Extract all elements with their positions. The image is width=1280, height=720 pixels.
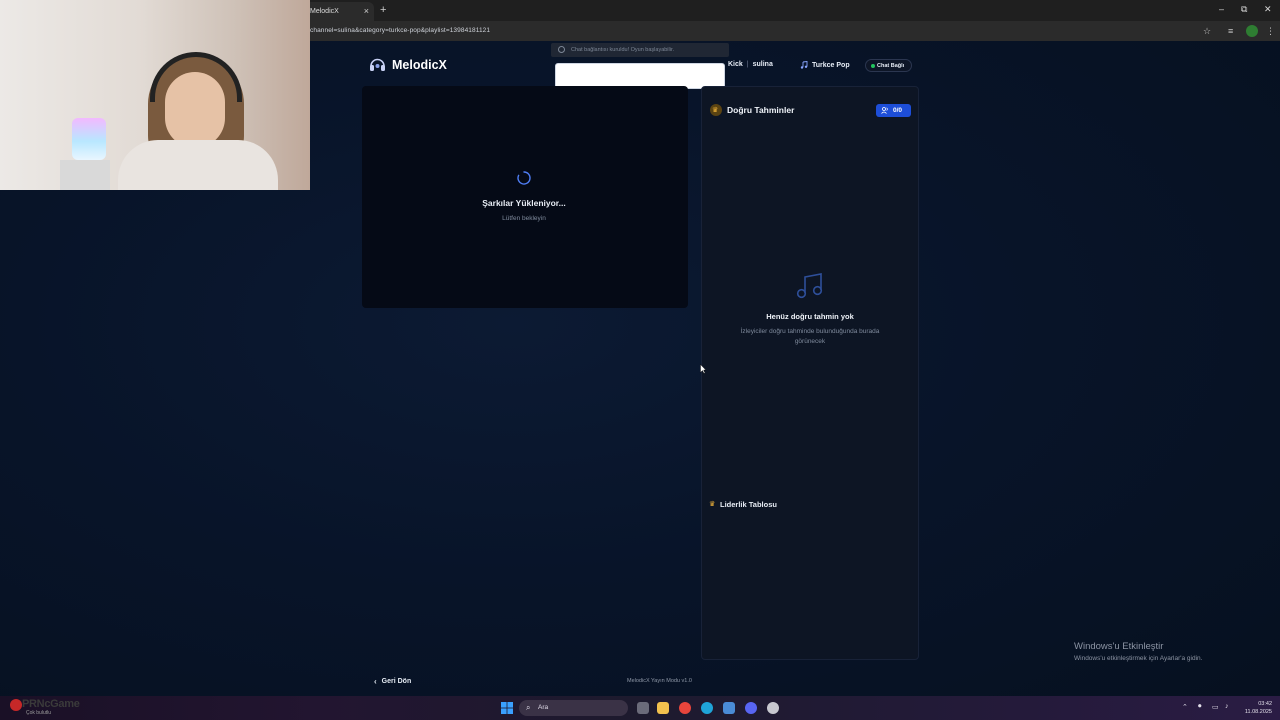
task-view-icon[interactable] — [637, 702, 649, 714]
volume-icon[interactable]: ♪ — [1225, 703, 1229, 710]
brand-name: MelodicX — [392, 57, 447, 72]
back-label: Geri Dön — [381, 678, 412, 685]
activation-subtitle: Windows'u etkinleştirmek için Ayarlar'a … — [1074, 655, 1203, 662]
users-icon — [881, 107, 888, 114]
weather-widget-sub: Çok bulutlu — [26, 710, 52, 716]
headphones-logo-icon — [370, 58, 385, 71]
tab-title: MelodicX — [310, 8, 339, 15]
url-text[interactable]: channel=sulina&category=turkce-pop&playl… — [310, 27, 490, 34]
discord-icon[interactable] — [745, 702, 757, 714]
correct-guesses-panel — [701, 86, 919, 660]
chrome-icon[interactable] — [679, 702, 691, 714]
windows-start-icon[interactable] — [501, 702, 513, 714]
category-label: Turkce Pop — [812, 61, 850, 69]
crown-icon: ♛ — [709, 501, 716, 508]
clock-time: 03:42 — [1258, 701, 1272, 707]
status-dot-icon — [871, 64, 875, 68]
channel-info: Kick | sulina — [728, 61, 773, 68]
taskbar-search[interactable]: ⌕ Ara — [519, 700, 628, 716]
clock-date: 11.08.2025 — [1244, 709, 1272, 715]
webcam-overlay — [0, 0, 310, 190]
back-button[interactable]: ‹ Geri Dön — [374, 677, 411, 686]
check-circle-icon — [558, 46, 565, 53]
loading-title: Şarkılar Yükleniyor... — [482, 198, 566, 208]
tray-chevron-icon[interactable]: ⌃ — [1182, 703, 1188, 711]
toast-text: Chat bağlantısı kuruldu! Oyun başlayabil… — [571, 47, 675, 53]
app-brand[interactable]: MelodicX — [369, 57, 447, 72]
guess-count-badge: 0/0 — [876, 104, 911, 117]
extension-icon[interactable]: ≡ — [1228, 26, 1233, 36]
chevron-left-icon: ‹ — [374, 677, 377, 686]
maximize-button[interactable]: ⧉ — [1241, 4, 1247, 15]
weather-widget-label[interactable]: PRNcGame — [22, 698, 80, 710]
loading-subtitle: Lütfen bekleyin — [502, 215, 546, 222]
close-window-button[interactable]: ✕ — [1264, 4, 1272, 15]
weather-icon[interactable] — [10, 699, 22, 711]
search-icon: ⌕ — [526, 703, 531, 712]
platform-label: Kick — [728, 61, 743, 68]
taskbar-search-label: Ara — [538, 704, 549, 711]
music-note-icon — [800, 61, 808, 69]
version-text: MelodicX Yayın Modu v1.0 — [627, 678, 692, 684]
windows-activation-watermark: Windows'u Etkinleştir Windows'u etkinleş… — [1074, 641, 1202, 662]
separator: | — [746, 61, 749, 68]
file-explorer-icon[interactable] — [657, 702, 669, 714]
guess-count: 0/0 — [893, 107, 903, 114]
steam-icon[interactable] — [723, 702, 735, 714]
mouse-cursor-icon — [700, 364, 706, 374]
profile-avatar[interactable] — [1246, 25, 1258, 37]
connection-toast: Chat bağlantısı kuruldu! Oyun başlayabil… — [551, 43, 729, 57]
browser-menu-icon[interactable]: ⋮ — [1266, 26, 1275, 37]
correct-guesses-title: Doğru Tahminler — [727, 105, 795, 115]
taskbar-clock[interactable]: 03:42 11.08.2025 — [1240, 700, 1272, 716]
category-info: Turkce Pop — [800, 61, 850, 69]
microphone-stand — [60, 160, 110, 190]
channel-label: sulina — [752, 61, 773, 68]
empty-state-title: Henüz doğru tahmin yok — [766, 312, 854, 321]
obs-icon[interactable] — [767, 702, 779, 714]
webcam-body — [118, 140, 278, 190]
leaderboard-title: Liderlik Tablosu — [720, 500, 777, 509]
loading-spinner-icon — [517, 171, 531, 185]
minimize-button[interactable]: – — [1219, 4, 1224, 14]
music-note-icon — [796, 273, 823, 299]
new-tab-button[interactable]: + — [380, 4, 386, 16]
microphone-tray-icon[interactable]: ⏺ — [1198, 703, 1202, 711]
bookmark-star-icon[interactable]: ☆ — [1203, 26, 1211, 37]
tab-close-button[interactable]: × — [364, 6, 369, 16]
song-player-panel — [362, 86, 688, 308]
edge-icon[interactable] — [701, 702, 713, 714]
crown-icon: ♛ — [712, 107, 719, 114]
chat-status-badge: Chat Bağlı — [865, 59, 912, 72]
microphone-icon — [72, 118, 106, 160]
network-icon[interactable]: ▭ — [1212, 703, 1219, 711]
activation-title: Windows'u Etkinleştir — [1074, 641, 1164, 652]
browser-tab[interactable]: MelodicX × — [304, 2, 374, 21]
chat-status-label: Chat Bağlı — [877, 63, 905, 69]
empty-state-subtitle: İzleyiciler doğru tahminde bulunduğunda … — [740, 328, 880, 345]
